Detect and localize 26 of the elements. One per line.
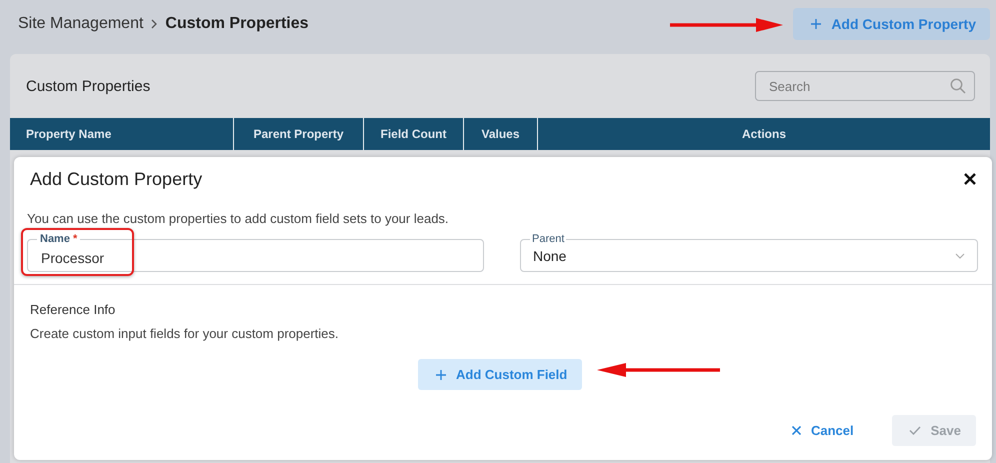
chevron-right-icon <box>151 19 158 29</box>
section-description: Create custom input fields for your custom properties. <box>30 326 340 341</box>
dialog-title: Add Custom Property <box>30 168 202 190</box>
breadcrumb-item[interactable]: Site Management <box>18 15 144 33</box>
field-label: Name * <box>37 234 80 245</box>
chevron-down-icon <box>955 252 965 258</box>
column-header: Actions <box>740 126 787 143</box>
close-button[interactable] <box>962 171 978 187</box>
column-header: Field Count <box>364 118 464 150</box>
plus-icon <box>811 19 822 29</box>
column-header: Property Name <box>10 118 234 150</box>
column-header: Parent Property <box>234 118 364 150</box>
search-field[interactable]: Search <box>755 71 975 101</box>
add-custom-field-button[interactable]: Add Custom Field <box>418 359 582 390</box>
check-icon <box>908 426 921 435</box>
search-icon <box>950 78 966 94</box>
column-header: Values <box>464 118 538 150</box>
dialog-description: You can use the custom properties to add custom field sets to your leads. <box>27 211 450 226</box>
panel-title: Custom Properties <box>26 78 150 94</box>
close-icon <box>792 426 801 435</box>
breadcrumb-item: Custom Properties <box>165 15 309 33</box>
parent-dropdown[interactable]: Parent None <box>520 234 978 272</box>
cancel-button[interactable]: Cancel <box>786 415 860 446</box>
section-title: Reference Info <box>30 302 116 317</box>
plus-icon <box>436 370 446 380</box>
add-custom-property-button[interactable]: Add Custom Property <box>793 8 990 40</box>
